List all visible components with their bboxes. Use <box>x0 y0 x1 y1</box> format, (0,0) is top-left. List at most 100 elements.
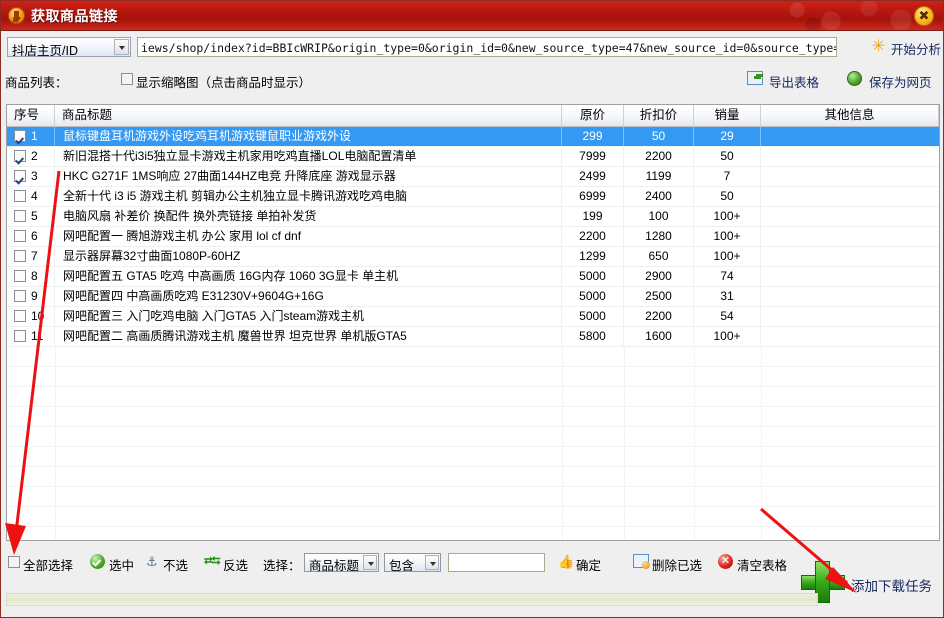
product-table[interactable]: 序号 商品标题 原价 折扣价 销量 其他信息 1鼠标键盘耳机游戏外设吃鸡耳机游戏… <box>6 104 940 541</box>
cell-discount: 1280 <box>624 227 694 246</box>
table-row[interactable]: 6网吧配置一 腾旭游戏主机 办公 家用 lol cf dnf2200128010… <box>7 227 939 247</box>
table-row[interactable]: 9网吧配置四 中高画质吃鸡 E31230V+9604G+16G500025003… <box>7 287 939 307</box>
cell-title: 网吧配置五 GTA5 吃鸡 中高画质 16G内存 1060 3G显卡 单主机 <box>55 267 562 286</box>
cell-no: 1 <box>7 127 55 146</box>
show-thumbnail-label: 显示缩略图（点击商品时显示） <box>136 72 311 91</box>
table-empty-row <box>7 527 939 541</box>
close-icon: ✖ <box>915 7 933 25</box>
grid-line <box>562 487 563 506</box>
title-bar: 获取商品链接 ✖ <box>1 1 943 31</box>
cell-no: 4 <box>7 187 55 206</box>
grid-line <box>761 467 762 486</box>
table-row[interactable]: 1鼠标键盘耳机游戏外设吃鸡耳机游戏键鼠职业游戏外设2995029 <box>7 127 939 147</box>
cell-other <box>761 167 939 186</box>
grid-line <box>694 427 695 446</box>
table-row[interactable]: 3HKC G271F 1MS响应 27曲面144HZ电竞 升降底座 游戏显示器2… <box>7 167 939 187</box>
filter-op-value: 包含 <box>389 555 414 574</box>
grid-line <box>694 467 695 486</box>
grid-line <box>694 387 695 406</box>
table-empty-row <box>7 427 939 447</box>
cell-price: 199 <box>562 207 624 226</box>
chevron-down-icon[interactable] <box>425 555 439 570</box>
source-type-select[interactable]: 抖店主页/ID <box>7 37 131 57</box>
cell-price: 299 <box>562 127 624 146</box>
app-window: 获取商品链接 ✖ 抖店主页/ID iews/shop/index?id=BBIc… <box>0 0 944 618</box>
table-row[interactable]: 11网吧配置二 高画质腾讯游戏主机 魔兽世界 坦克世界 单机版GTA55800 1… <box>7 327 939 347</box>
cell-title: 新旧混搭十代i3i5独立显卡游戏主机家用吃鸡直播LOL电脑配置清单 <box>55 147 562 166</box>
window-title: 获取商品链接 <box>31 6 118 26</box>
export-table-icon <box>747 71 763 85</box>
grid-line <box>694 407 695 426</box>
select-all-label[interactable]: 全部选择 <box>23 555 73 574</box>
red-x-icon: ✕ <box>718 554 733 569</box>
table-row[interactable]: 8网吧配置五 GTA5 吃鸡 中高画质 16G内存 1060 3G显卡 单主机5… <box>7 267 939 287</box>
cell-no: 2 <box>7 147 55 166</box>
grid-line <box>694 507 695 526</box>
cell-discount: 2900 <box>624 267 694 286</box>
progress-bar <box>6 593 818 606</box>
table-row[interactable]: 4全新十代 i3 i5 游戏主机 剪辑办公主机独立显卡腾讯游戏吃鸡电脑69992… <box>7 187 939 207</box>
grid-line <box>694 447 695 466</box>
grid-line <box>761 447 762 466</box>
filter-field-value: 商品标题 <box>309 555 359 574</box>
grid-line <box>694 347 695 366</box>
grid-line <box>562 467 563 486</box>
grid-line <box>624 427 625 446</box>
cell-price: 5000 <box>562 267 624 286</box>
grid-line <box>624 447 625 466</box>
column-header-price[interactable]: 原价 <box>562 105 624 126</box>
start-analyze-label: 开始分析 <box>891 39 941 58</box>
column-header-sales[interactable]: 销量 <box>694 105 761 126</box>
export-table-label: 导出表格 <box>769 72 819 91</box>
cell-title: 显示器屏幕32寸曲面1080P-60HZ <box>55 247 562 266</box>
filter-text-input[interactable] <box>448 553 545 572</box>
table-row[interactable]: 7显示器屏幕32寸曲面1080P-60HZ1299650100+ <box>7 247 939 267</box>
grid-line <box>562 447 563 466</box>
column-header-title[interactable]: 商品标题 <box>55 105 562 126</box>
cell-title: 网吧配置四 中高画质吃鸡 E31230V+9604G+16G <box>55 287 562 306</box>
cell-sales: 100+ <box>694 327 761 346</box>
cell-discount: 2500 <box>624 287 694 306</box>
cell-no: 7 <box>7 247 55 266</box>
clear-table-label: 清空表格 <box>737 555 787 574</box>
cell-sales: 74 <box>694 267 761 286</box>
anchor-icon: ⚓ <box>146 554 158 569</box>
cell-sales: 100+ <box>694 247 761 266</box>
cell-sales: 31 <box>694 287 761 306</box>
cell-title: 网吧配置二 高画质腾讯游戏主机 魔兽世界 坦克世界 单机版GTA5 <box>55 327 562 346</box>
grid-line <box>55 447 56 466</box>
cell-other <box>761 147 939 166</box>
cell-price: 7999 <box>562 147 624 166</box>
grid-line <box>624 347 625 366</box>
save-as-webpage-label: 保存为网页 <box>869 72 932 91</box>
chevron-down-icon[interactable] <box>114 39 129 55</box>
grid-line <box>624 367 625 386</box>
show-thumbnail-checkbox[interactable] <box>121 73 133 85</box>
grid-line <box>55 467 56 486</box>
table-row[interactable]: 10网吧配置三 入门吃鸡电脑 入门GTA5 入门steam游戏主机5000220… <box>7 307 939 327</box>
cell-price: 5000 <box>562 307 624 326</box>
close-button[interactable]: ✖ <box>914 6 934 26</box>
cell-no: 5 <box>7 207 55 226</box>
column-header-discount[interactable]: 折扣价 <box>624 105 694 126</box>
table-row[interactable]: 2新旧混搭十代i3i5独立显卡游戏主机家用吃鸡直播LOL电脑配置清单799922… <box>7 147 939 167</box>
invert-selection-label: 反选 <box>223 555 248 574</box>
filter-prefix-label: 选择： <box>263 555 301 574</box>
cell-no: 3 <box>7 167 55 186</box>
filter-op-select[interactable]: 包含 <box>384 553 441 572</box>
cell-no: 11 <box>7 327 55 346</box>
filter-field-select[interactable]: 商品标题 <box>304 553 379 572</box>
grid-line <box>624 487 625 506</box>
column-header-other[interactable]: 其他信息 <box>761 105 939 126</box>
column-header-no[interactable]: 序号 <box>7 105 55 126</box>
cell-price: 5800 <box>562 327 624 346</box>
grid-line <box>624 387 625 406</box>
cell-sales: 50 <box>694 147 761 166</box>
cell-title: 电脑风扇 补差价 换配件 换外壳链接 单拍补发货 <box>55 207 562 226</box>
table-row[interactable]: 5电脑风扇 补差价 换配件 换外壳链接 单拍补发货199100100+ <box>7 207 939 227</box>
url-input[interactable]: iews/shop/index?id=BBIcWRIP&origin_type=… <box>137 37 837 57</box>
chevron-down-icon[interactable] <box>363 555 377 570</box>
cell-discount: 2400 <box>624 187 694 206</box>
url-toolbar: 抖店主页/ID iews/shop/index?id=BBIcWRIP&orig… <box>1 37 943 65</box>
select-all-checkbox[interactable] <box>8 556 20 568</box>
